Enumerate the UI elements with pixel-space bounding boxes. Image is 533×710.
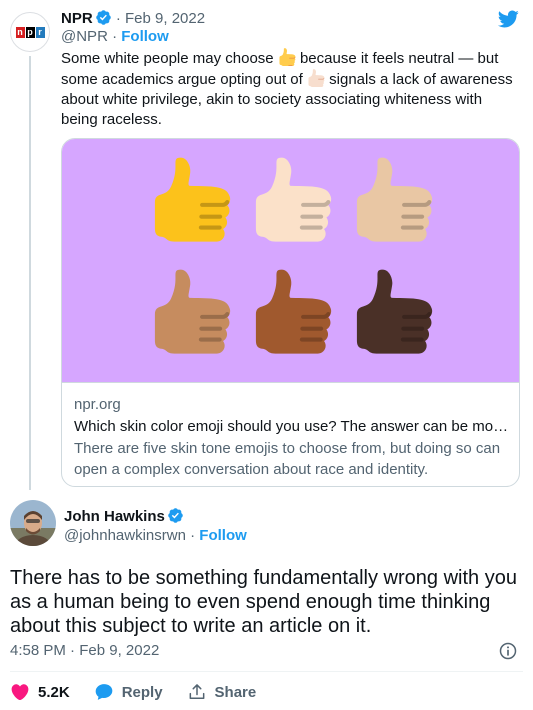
share-icon [189,684,204,699]
main-handle-line: @johnhawkinsrwn · Follow [64,527,247,545]
thumbs-up-emoji-1 [154,157,231,242]
reply-label: Reply [121,683,163,701]
npr-avatar[interactable]: n p r [10,12,50,52]
tweet-timestamp[interactable]: 4:58 PM · Feb 9, 2022 [10,642,159,660]
npr-logo-letter-p: p [25,26,35,38]
author-handle[interactable]: @NPR [61,28,108,45]
quoted-tweet-text: Some white people may choose because it … [61,48,521,130]
card-body: npr.org Which skin color emoji should yo… [62,382,519,486]
thumbs-up-emoji-3 [356,157,433,242]
profile-photo [10,500,56,546]
quoted-tweet-header: NPR · Feb 9, 2022 [61,9,205,28]
author-name[interactable]: NPR [61,10,93,27]
tweet-text-part-1: Some white people may choose [61,50,278,67]
main-author-name-line: John Hawkins [64,507,184,526]
npr-logo-letter-r: r [35,26,45,38]
thumbs-up-emoji-default [279,48,296,66]
timestamp-separator: · [65,642,80,659]
thumbs-up-emoji-grid [154,157,433,354]
divider [10,671,523,672]
thumbs-up-emoji-2 [255,157,332,242]
npr-logo: n p r [15,26,45,38]
thumbs-up-emoji-5 [255,269,332,354]
npr-logo-letter-n: n [15,26,25,38]
info-icon[interactable] [498,641,518,661]
thumbs-up-emoji-light [308,69,325,87]
verified-badge-icon [95,10,111,25]
card-image [62,139,519,382]
heart-icon [11,684,29,701]
like-count: 5.2K [38,683,70,701]
share-label: Share [214,683,257,701]
card-title: Which skin color emoji should you use? T… [74,418,509,435]
tweet-date: Feb 9, 2022 [79,642,160,659]
share-button[interactable]: Share [187,682,257,702]
main-author-name[interactable]: John Hawkins [64,508,165,525]
main-tweet-text: There has to be something fundamentally … [10,567,517,637]
reply-button[interactable]: Reply [94,682,163,702]
tweet-actions: 5.2K Reply Share [10,680,280,704]
avatar[interactable] [10,500,56,546]
verified-badge-icon [168,508,183,523]
twitter-bird-icon[interactable] [496,8,520,30]
thumbs-up-emoji-4 [154,269,231,354]
card-description: There are five skin tone emojis to choos… [74,440,501,478]
follow-button[interactable]: Follow [199,527,247,544]
thumbs-up-emoji-6 [356,269,433,354]
date-separator: · [115,10,121,27]
tweet-time: 4:58 PM [10,642,66,659]
link-card[interactable]: npr.org Which skin color emoji should yo… [61,138,520,487]
tweet-date[interactable]: Feb 9, 2022 [125,10,205,27]
thread-connector-line [29,56,31,490]
quoted-tweet-handle-line: @NPR · Follow [61,28,169,46]
handle-separator: · [185,527,200,544]
handle-separator: · [107,28,122,45]
quoted-tweet[interactable]: n p r NPR · Feb 9, 2022 @NPR · Follow So… [0,0,533,490]
card-domain: npr.org [74,396,121,413]
like-button[interactable]: 5.2K [10,682,70,702]
main-author-handle[interactable]: @johnhawkinsrwn [64,527,186,544]
follow-button[interactable]: Follow [121,28,169,45]
reply-bubble-icon [95,684,113,700]
